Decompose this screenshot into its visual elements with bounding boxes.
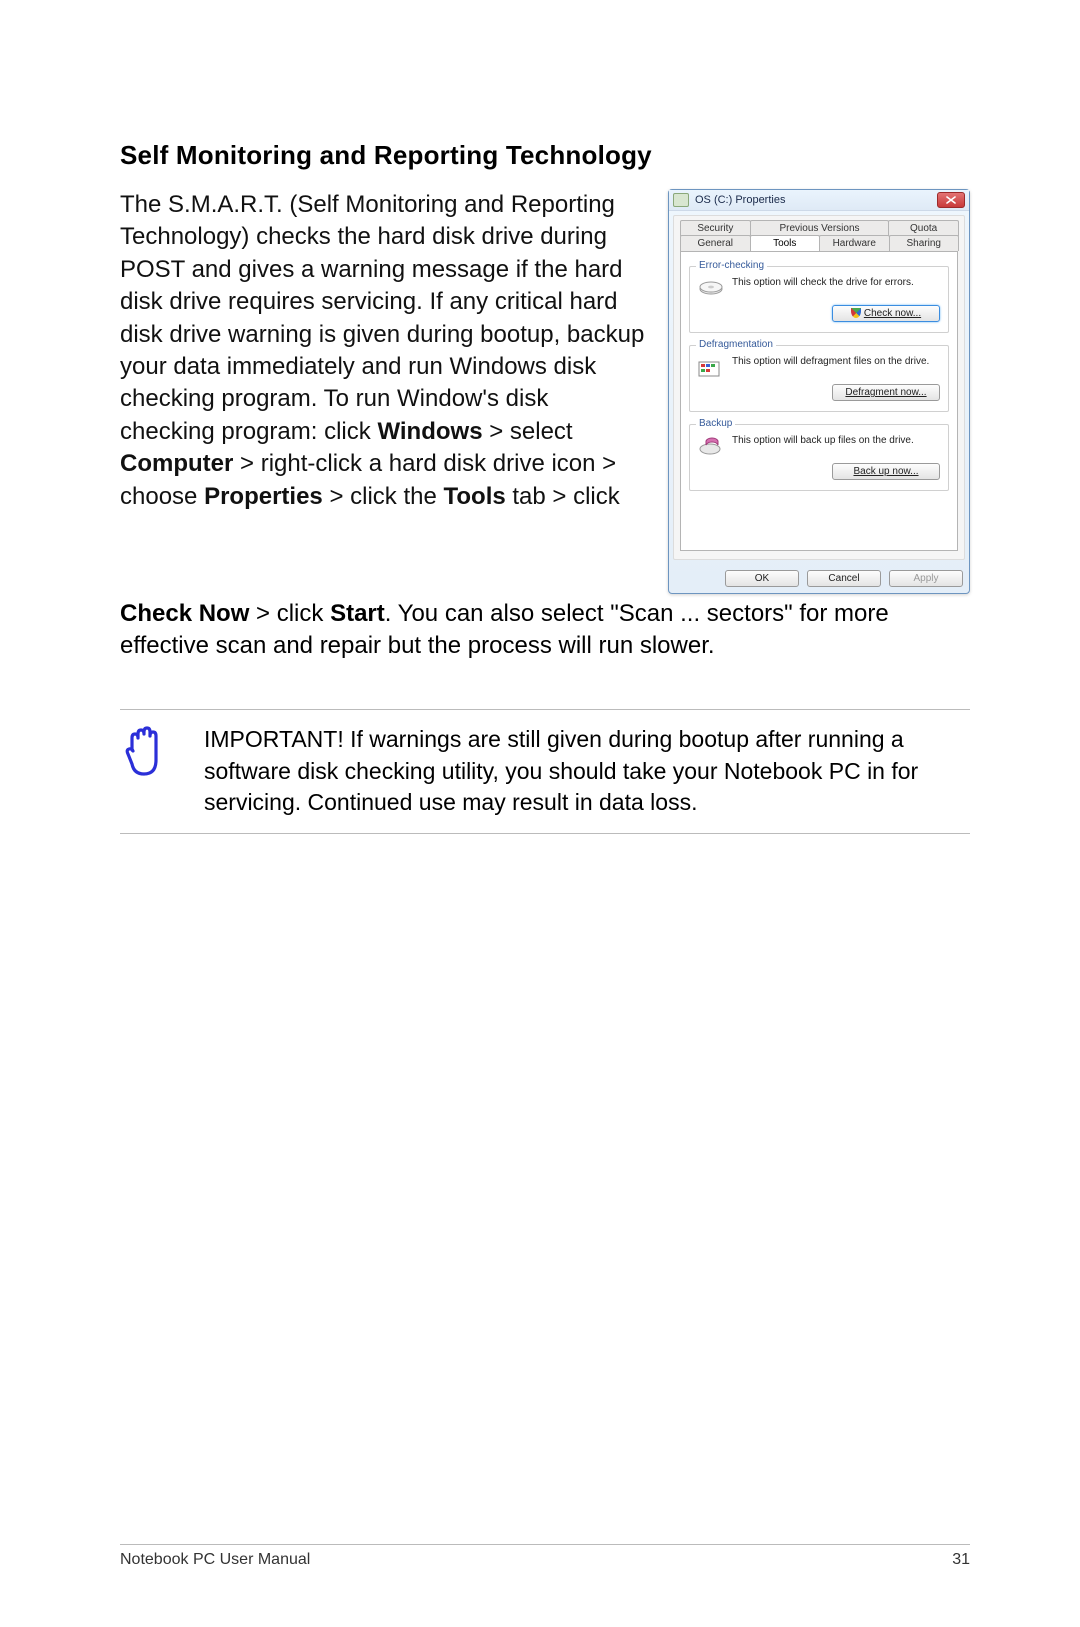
body-text-left: The S.M.A.R.T. (Self Monitoring and Repo… [120, 189, 648, 513]
dialog-action-row: OK Cancel Apply [669, 564, 969, 593]
tab-tools[interactable]: Tools [750, 235, 821, 251]
bold-computer: Computer [120, 450, 233, 477]
group-desc-backup: This option will back up files on the dr… [732, 435, 914, 446]
group-title-backup: Backup [696, 418, 735, 429]
dialog-title: OS (C:) Properties [695, 194, 785, 206]
check-now-label: Check now... [864, 308, 921, 319]
tab-row-top: Security Previous Versions Quota [680, 220, 958, 236]
bold-start: Start [330, 600, 385, 627]
bold-check-now: Check Now [120, 600, 249, 627]
defragment-icon [698, 356, 724, 378]
group-desc-defrag: This option will defragment files on the… [732, 356, 929, 367]
group-error-checking: Error-checking This option will check th… [689, 266, 949, 333]
tab-sharing[interactable]: Sharing [889, 235, 960, 251]
group-title-error: Error-checking [696, 260, 767, 271]
apply-button[interactable]: Apply [889, 570, 963, 587]
body-fragment: > select [483, 418, 573, 445]
group-defragmentation: Defragmentation [689, 345, 949, 412]
section-heading: Self Monitoring and Reporting Technology [120, 140, 970, 171]
important-note: IMPORTANT! If warnings are still given d… [120, 709, 970, 834]
defragment-now-button[interactable]: Defragment now... [832, 384, 940, 401]
uac-shield-icon [851, 308, 861, 318]
dialog-titlebar[interactable]: OS (C:) Properties [669, 190, 969, 211]
check-now-button[interactable]: Check now... [832, 305, 940, 322]
backup-now-label: Back up now... [853, 466, 918, 477]
group-backup: Backup This option will back up files on… [689, 424, 949, 491]
group-desc-error: This option will check the drive for err… [732, 277, 914, 288]
close-button[interactable] [937, 192, 965, 208]
footer-title: Notebook PC User Manual [120, 1551, 310, 1569]
backup-icon [698, 435, 724, 457]
important-note-text: IMPORTANT! If warnings are still given d… [204, 724, 970, 819]
bold-properties: Properties [204, 483, 323, 510]
body-fragment: The S.M.A.R.T. (Self Monitoring and Repo… [120, 191, 644, 445]
hand-stop-icon [120, 724, 176, 819]
defragment-now-label: Defragment now... [845, 387, 926, 398]
tab-pane-tools: Error-checking This option will check th… [680, 251, 958, 551]
body-text-continued: Check Now > click Start. You can also se… [120, 598, 970, 663]
tab-previous-versions[interactable]: Previous Versions [750, 220, 890, 236]
drive-icon [673, 193, 689, 207]
page-footer: Notebook PC User Manual 31 [120, 1544, 970, 1569]
tab-hardware[interactable]: Hardware [819, 235, 890, 251]
close-icon [946, 196, 956, 204]
tab-security[interactable]: Security [680, 220, 751, 236]
ok-button[interactable]: OK [725, 570, 799, 587]
content-row: The S.M.A.R.T. (Self Monitoring and Repo… [120, 189, 970, 594]
manual-page: Self Monitoring and Reporting Technology… [0, 0, 1080, 1627]
tab-row-bottom: General Tools Hardware Sharing [680, 235, 958, 251]
bold-tools: Tools [444, 483, 506, 510]
properties-dialog: OS (C:) Properties Security Previous Ver… [668, 189, 970, 594]
group-title-defrag: Defragmentation [696, 339, 776, 350]
tab-general[interactable]: General [680, 235, 751, 251]
cancel-button[interactable]: Cancel [807, 570, 881, 587]
backup-now-button[interactable]: Back up now... [832, 463, 940, 480]
footer-page-number: 31 [952, 1551, 970, 1569]
body-fragment: tab > click [506, 483, 620, 510]
disk-check-icon [698, 277, 724, 299]
dialog-body: Security Previous Versions Quota General… [673, 215, 965, 560]
bold-windows: Windows [377, 418, 482, 445]
tab-quota[interactable]: Quota [888, 220, 959, 236]
body-fragment: > click the [323, 483, 444, 510]
body-fragment: > click [249, 600, 330, 627]
